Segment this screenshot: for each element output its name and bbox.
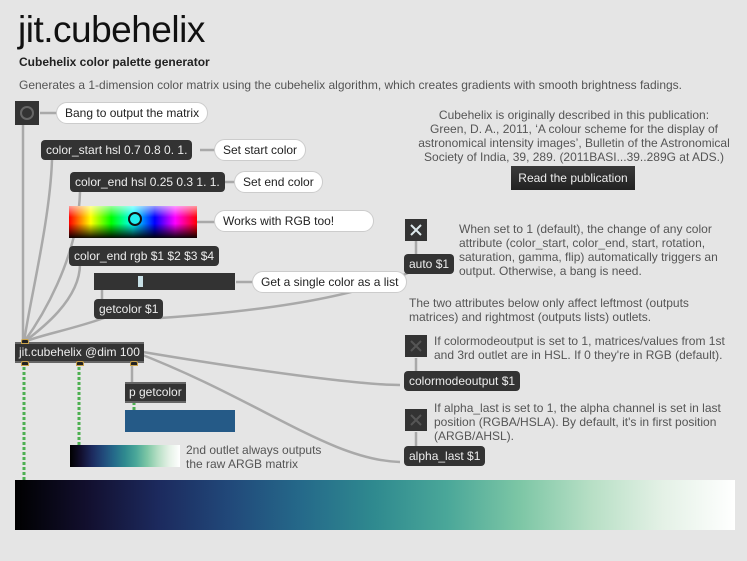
selected-color-panel — [125, 410, 235, 432]
color-start-message[interactable]: color_start hsl 0.7 0.8 0. 1. — [41, 140, 193, 160]
colormodeoutput-toggle[interactable] — [405, 335, 427, 357]
cubehelix-gradient-output — [15, 480, 735, 530]
slider-knob[interactable] — [138, 276, 143, 287]
check-x-icon — [410, 414, 422, 426]
publication-line: Green, D. A., 2011, ‘A colour scheme for… — [430, 122, 718, 136]
note-line: the raw ARGB matrix — [186, 457, 299, 471]
color-start-comment: Set start color — [214, 139, 307, 161]
note-line: attribute (color_start, color_end, start… — [459, 236, 706, 250]
getcolor-message[interactable]: getcolor $1 — [94, 299, 164, 319]
jit-cubehelix-object[interactable]: jit.cubehelix @dim 100 — [15, 342, 144, 363]
page-description: Generates a 1-dimension color matrix usi… — [19, 78, 682, 92]
note-line: saturation, gamma, flip) automatically t… — [459, 250, 718, 264]
cord-colormode — [142, 350, 401, 387]
publication-note: Cubehelix is originally described in thi… — [408, 108, 740, 164]
second-outlet-note: 2nd outlet always outputs the raw ARGB m… — [186, 443, 321, 471]
note-line: If alpha_last is set to 1, the alpha cha… — [434, 401, 721, 415]
bang-comment: Bang to output the matrix — [56, 102, 209, 124]
slider-comment: Get a single color as a list — [252, 271, 408, 293]
note-line: and 3rd outlet are in HSL. If 0 they're … — [434, 348, 723, 362]
colormodeoutput-note: If colormodeoutput is set to 1, matrices… — [434, 334, 725, 362]
note-line: If colormodeoutput is set to 1, matrices… — [434, 334, 725, 348]
alpha-last-message[interactable]: alpha_last $1 — [404, 446, 486, 466]
auto-toggle[interactable] — [405, 219, 427, 241]
note-line: The two attributes below only affect lef… — [409, 296, 689, 310]
bang-circle-icon — [20, 106, 34, 120]
outlet-port — [130, 361, 138, 366]
outlets-note: The two attributes below only affect lef… — [409, 296, 689, 324]
cord-getcolor — [23, 316, 105, 344]
colormodeoutput-message[interactable]: colormodeoutput $1 — [404, 371, 521, 391]
check-x-icon — [410, 340, 422, 352]
publication-line: Society of India, 39, 289. (2011BASI...3… — [424, 150, 724, 164]
color-end-rgb-message[interactable]: color_end rgb $1 $2 $3 $4 — [69, 246, 220, 266]
inlet-port — [21, 339, 29, 344]
outlet-port — [76, 361, 84, 366]
note-line: output. Otherwise, a bang is need. — [459, 264, 642, 278]
auto-note: When set to 1 (default), the change of a… — [459, 222, 718, 278]
swatch-comment: Works with RGB too! — [214, 210, 374, 232]
cord-color-start — [22, 159, 54, 343]
read-publication-button[interactable]: Read the publication — [511, 166, 635, 190]
color-index-slider[interactable] — [94, 273, 235, 290]
note-line: When set to 1 (default), the change of a… — [459, 222, 712, 236]
p-getcolor-object[interactable]: p getcolor — [125, 382, 186, 403]
note-line: position (RGBA/HSLA). By default, it's i… — [434, 415, 717, 429]
bang-button[interactable] — [15, 101, 39, 125]
note-line: (ARGB/AHSL). — [434, 429, 515, 443]
check-x-icon — [410, 224, 422, 236]
alpha-last-toggle[interactable] — [405, 409, 427, 431]
color-end-comment: Set end color — [234, 171, 323, 193]
page-subtitle: Cubehelix color palette generator — [19, 55, 210, 69]
publication-line: astronomical intensity images’, Bulletin… — [418, 136, 730, 150]
publication-line: Cubehelix is originally described in thi… — [438, 108, 710, 122]
outlet-port — [21, 361, 29, 366]
auto-message[interactable]: auto $1 — [404, 254, 455, 274]
swatch-knob[interactable] — [128, 212, 142, 226]
note-line: 2nd outlet always outputs — [186, 443, 322, 457]
color-end-message[interactable]: color_end hsl 0.25 0.3 1. 1. — [70, 172, 225, 192]
raw-matrix-preview — [70, 445, 180, 467]
cord-color-end-rgb — [23, 263, 82, 343]
note-line: matrices) and rightmost (outputs lists) … — [409, 310, 652, 324]
page-title: jit.cubehelix — [18, 9, 205, 50]
alpha-last-note: If alpha_last is set to 1, the alpha cha… — [434, 401, 721, 443]
